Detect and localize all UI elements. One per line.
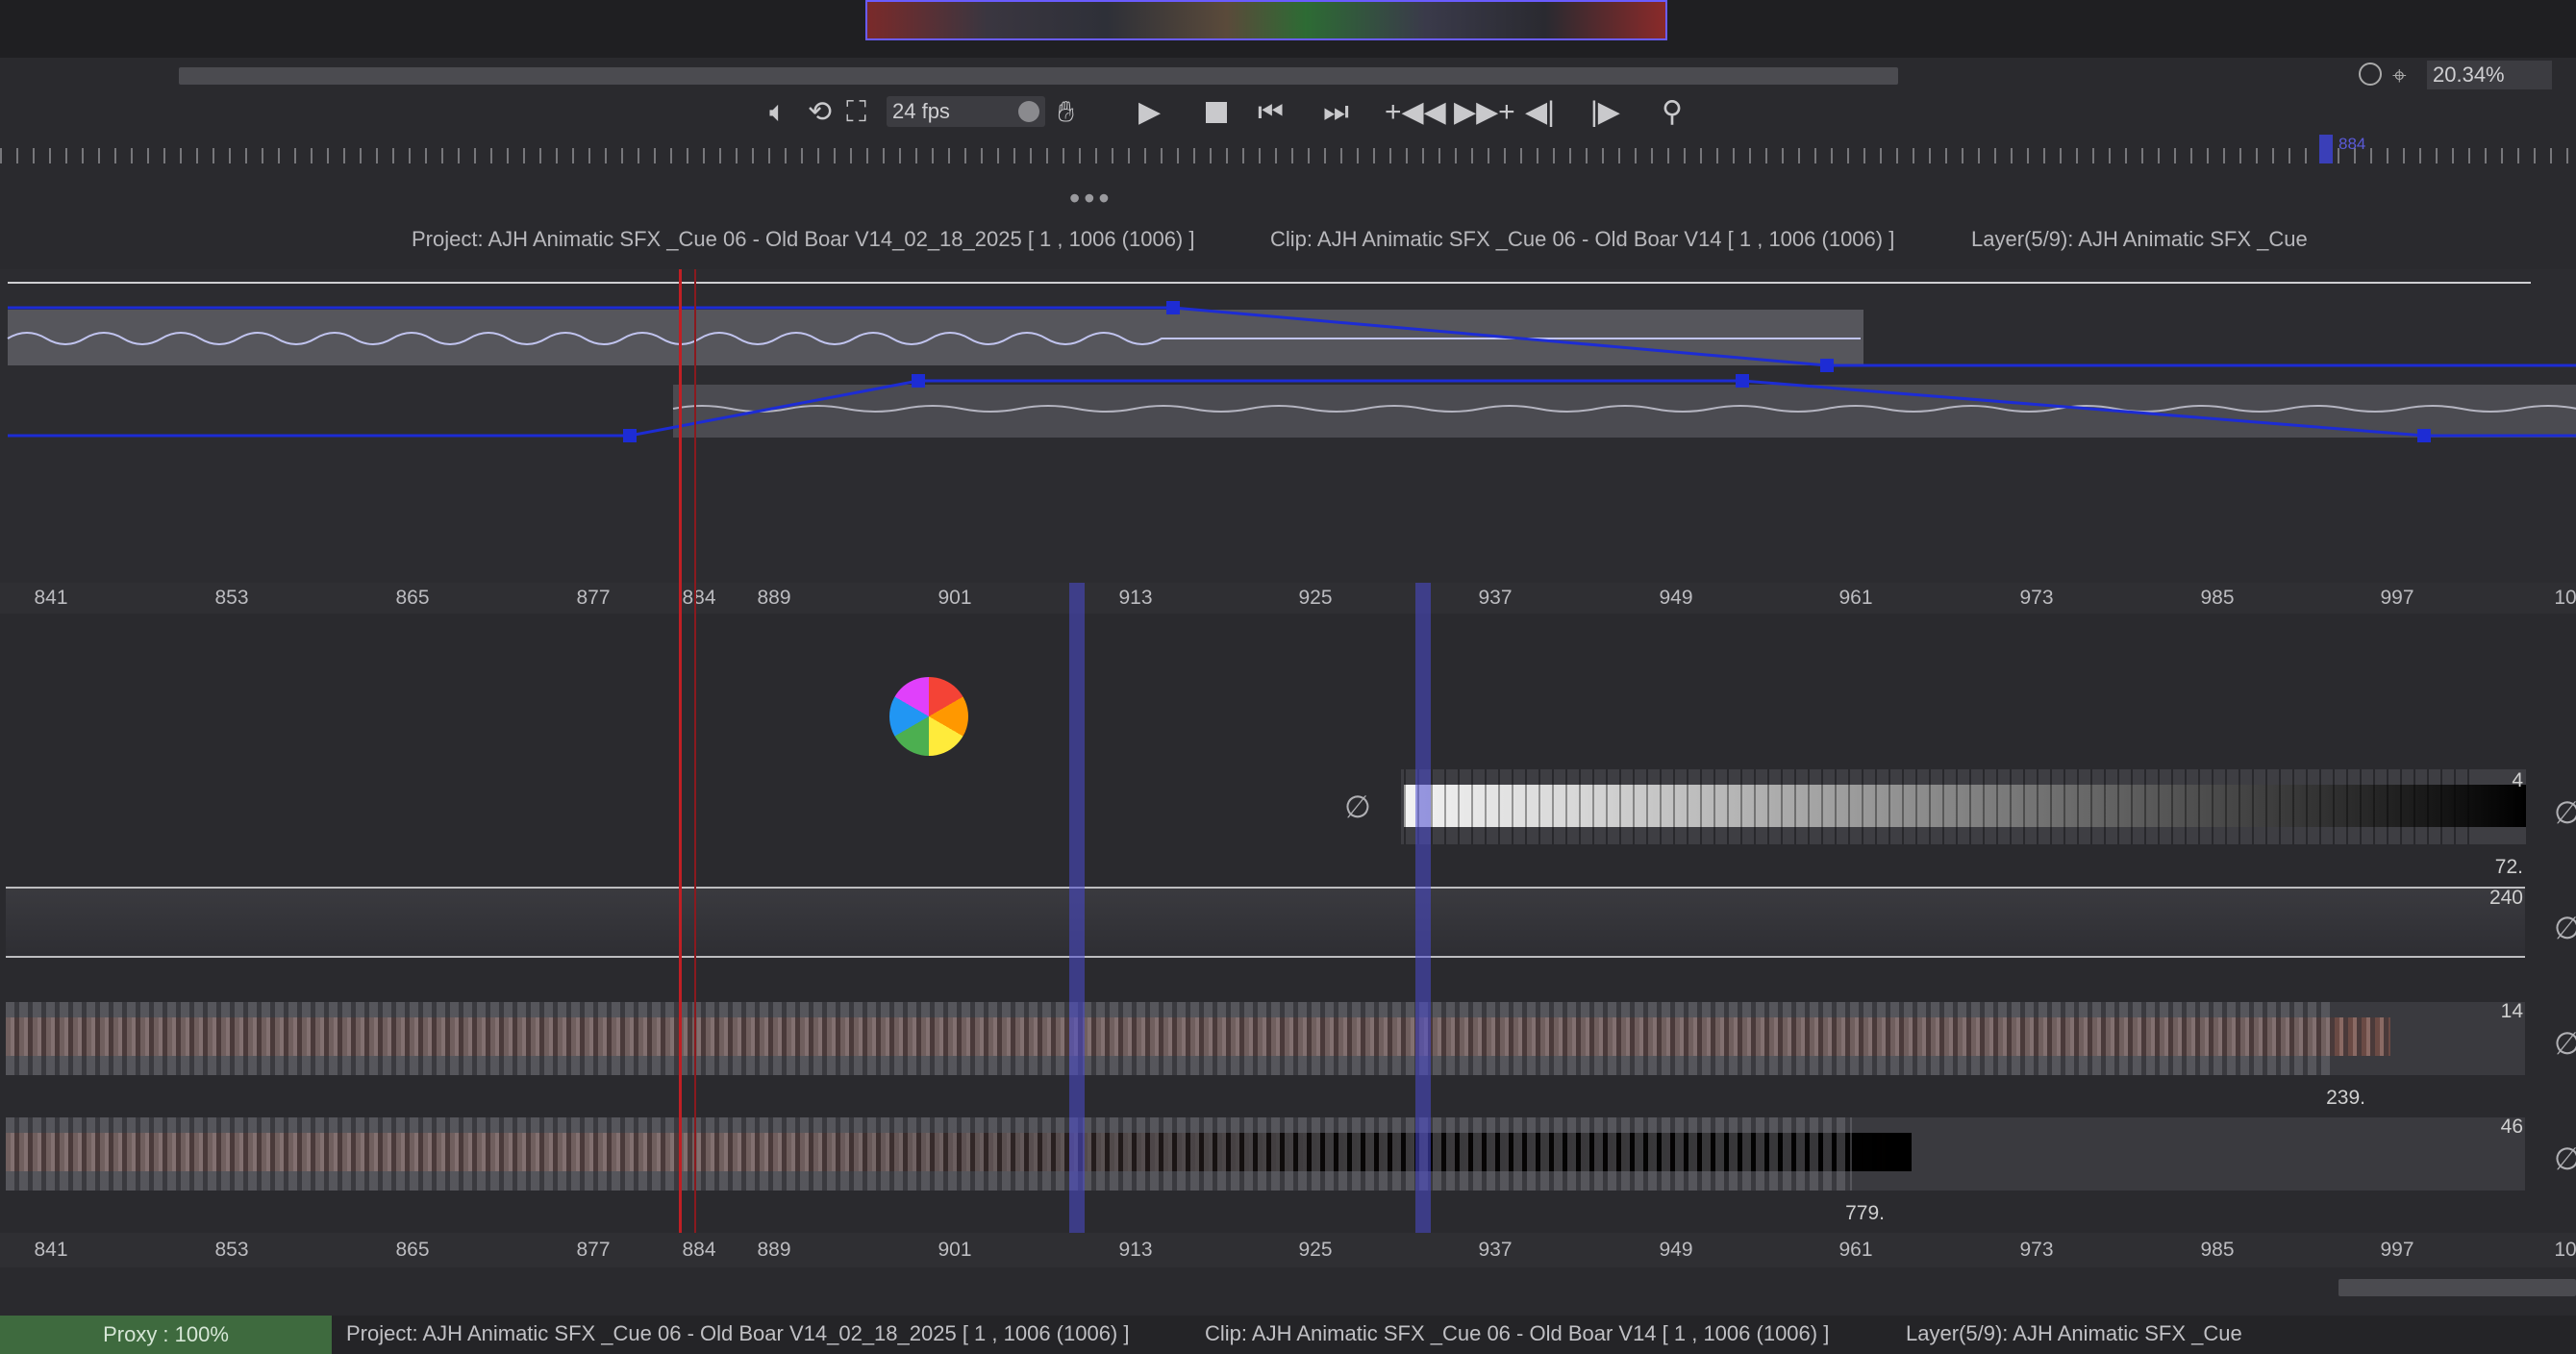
timeline-scrollbar[interactable] bbox=[2338, 1279, 2576, 1296]
go-to-end-icon[interactable]: ⏭ bbox=[1323, 96, 1349, 129]
ruler-top-frame-label: 889 bbox=[757, 587, 791, 609]
ruler-bottom-frame-label: 985 bbox=[2200, 1239, 2235, 1261]
in-point-marker[interactable] bbox=[1069, 583, 1085, 1267]
ruler-top-frame-label: 973 bbox=[2019, 587, 2054, 609]
ruler-bottom-frame-label: 973 bbox=[2019, 1239, 2054, 1261]
ruler-top-frame-label: 901 bbox=[938, 587, 972, 609]
ruler-bottom-frame-label: 961 bbox=[1838, 1239, 1873, 1261]
gradient-track-frames bbox=[1404, 769, 2481, 844]
video-track-1-bottom-value: 239. bbox=[2326, 1087, 2365, 1109]
ruler-top-frame-label: 949 bbox=[1659, 587, 1693, 609]
ruler-bottom-frame-label: 913 bbox=[1118, 1239, 1153, 1261]
ruler-bottom-frame-label: 877 bbox=[576, 1239, 611, 1261]
previous-frame-icon[interactable]: ◀| bbox=[1525, 96, 1555, 129]
ruler-top-frame-label: 937 bbox=[1478, 587, 1513, 609]
stop-icon[interactable] bbox=[1206, 102, 1227, 123]
ruler-top-frame-label: 961 bbox=[1838, 587, 1873, 609]
ruler-top-frame-label: 877 bbox=[576, 587, 611, 609]
frame-range-icon[interactable]: ⛶ bbox=[846, 96, 866, 129]
viewer-scrollbar[interactable] bbox=[179, 67, 1898, 85]
play-icon[interactable]: ▶ bbox=[1138, 96, 1161, 129]
ruler-bottom-frame-label: 925 bbox=[1298, 1239, 1333, 1261]
volume-curve-1 bbox=[8, 306, 2576, 367]
speaker-icon[interactable]: 🔈︎ bbox=[769, 96, 787, 129]
ruler-bottom-frame-label: 997 bbox=[2380, 1239, 2414, 1261]
video-track-2-bottom-value: 779. bbox=[1845, 1202, 1885, 1224]
header-project-info: Project: AJH Animatic SFX _Cue 06 - Old … bbox=[412, 227, 1195, 251]
gradient-track-top-value: 4 bbox=[2512, 769, 2523, 791]
step-forward-icon[interactable]: ▶▶+ bbox=[1454, 96, 1515, 129]
null-symbol-icon: ∅ bbox=[1344, 790, 1371, 824]
ruler-top-frame-label: 925 bbox=[1298, 587, 1333, 609]
panel-splitter-handle[interactable]: ••• bbox=[1069, 181, 1113, 216]
loop-icon[interactable]: ⟲ bbox=[808, 96, 832, 129]
audio-waveform-2 bbox=[672, 405, 2576, 413]
ruler-bottom-frame-label: 853 bbox=[214, 1239, 249, 1261]
ruler-top-frame-label: 884 bbox=[682, 587, 716, 609]
fit-icon[interactable] bbox=[2359, 63, 2382, 86]
empty-track-clip[interactable] bbox=[6, 887, 2525, 958]
hand-scrub-icon[interactable]: ✋︎ bbox=[1058, 96, 1074, 129]
zoom-field[interactable]: 20.34% bbox=[2427, 61, 2552, 89]
ruler-bottom-frame-label: 10 bbox=[2554, 1239, 2576, 1261]
ruler-top-frame-label: 853 bbox=[214, 587, 249, 609]
ruler-bottom-frame-label: 901 bbox=[938, 1239, 972, 1261]
ruler-bottom-frame-label: 949 bbox=[1659, 1239, 1693, 1261]
go-to-start-icon[interactable]: ⏮ bbox=[1258, 96, 1284, 129]
step-back-icon[interactable]: +◀◀ bbox=[1385, 96, 1446, 129]
fps-dropdown[interactable]: 24 fps bbox=[887, 96, 1045, 127]
video-track-2-sprockets bbox=[6, 1117, 1852, 1191]
mini-timeline-frame: 884 bbox=[2338, 135, 2366, 153]
status-project-info: Project: AJH Animatic SFX _Cue 06 - Old … bbox=[346, 1321, 1130, 1345]
out-point-marker[interactable] bbox=[1415, 583, 1431, 1267]
ruler-bottom-frame-label: 884 bbox=[682, 1239, 716, 1261]
mini-timeline-ruler[interactable] bbox=[0, 148, 2576, 163]
ruler-top-frame-label: 841 bbox=[34, 587, 68, 609]
video-thumbnail-preview[interactable] bbox=[865, 0, 1667, 40]
null-symbol-icon: ∅ bbox=[2554, 795, 2576, 830]
video-track-2-top-value: 46 bbox=[2500, 1116, 2523, 1138]
ruler-top-frame-label: 10 bbox=[2554, 587, 2576, 609]
playhead-shadow bbox=[694, 269, 696, 1267]
ruler-bottom-frame-label: 937 bbox=[1478, 1239, 1513, 1261]
ruler-top-frame-label: 865 bbox=[395, 587, 430, 609]
spinning-wheel-cursor bbox=[889, 677, 968, 756]
fps-dropdown-icon bbox=[1018, 101, 1039, 122]
ruler-top-frame-label: 997 bbox=[2380, 587, 2414, 609]
next-frame-icon[interactable]: |▶ bbox=[1590, 96, 1620, 129]
keyframe-handle bbox=[2417, 429, 2431, 442]
crosshair-icon[interactable]: ⌖ bbox=[2392, 61, 2407, 91]
playhead[interactable] bbox=[679, 269, 682, 1267]
mini-timeline-highlight bbox=[2319, 135, 2333, 163]
ruler-bottom-frame-label: 841 bbox=[34, 1239, 68, 1261]
keyframe-handle bbox=[912, 374, 925, 388]
status-layer-info: Layer(5/9): AJH Animatic SFX _Cue bbox=[1906, 1321, 2242, 1345]
keyframe-handle bbox=[1166, 301, 1180, 314]
volume-curve-2 bbox=[8, 379, 2576, 438]
ruler-top-frame-label: 985 bbox=[2200, 587, 2235, 609]
header-layer-info: Layer(5/9): AJH Animatic SFX _Cue bbox=[1971, 227, 2308, 251]
curve-editor[interactable] bbox=[0, 269, 2576, 583]
proxy-indicator[interactable]: Proxy : 100% bbox=[0, 1316, 332, 1354]
header-clip-info: Clip: AJH Animatic SFX _Cue 06 - Old Boa… bbox=[1270, 227, 1895, 251]
status-clip-info: Clip: AJH Animatic SFX _Cue 06 - Old Boa… bbox=[1205, 1321, 1830, 1345]
empty-track-top-value: 240 bbox=[2488, 887, 2523, 909]
null-symbol-icon: ∅ bbox=[2554, 1026, 2576, 1061]
ruler-bottom-frame-label: 865 bbox=[395, 1239, 430, 1261]
keyframe-handle bbox=[1736, 374, 1749, 388]
null-symbol-icon: ∅ bbox=[2554, 911, 2576, 945]
null-symbol-icon: ∅ bbox=[2554, 1141, 2576, 1176]
marker-pin-icon[interactable]: ⚲ bbox=[1662, 96, 1683, 129]
ruler-top-frame-label: 913 bbox=[1118, 587, 1153, 609]
video-track-1-sprockets bbox=[6, 1002, 2333, 1075]
gradient-track-bottom-value: 72. bbox=[2494, 856, 2523, 878]
ruler-bottom-frame-label: 889 bbox=[757, 1239, 791, 1261]
video-track-1-top-value: 14 bbox=[2500, 1000, 2523, 1022]
keyframe-handle bbox=[1820, 359, 1834, 372]
fps-value: 24 fps bbox=[892, 99, 950, 123]
keyframe-handle bbox=[623, 429, 637, 442]
